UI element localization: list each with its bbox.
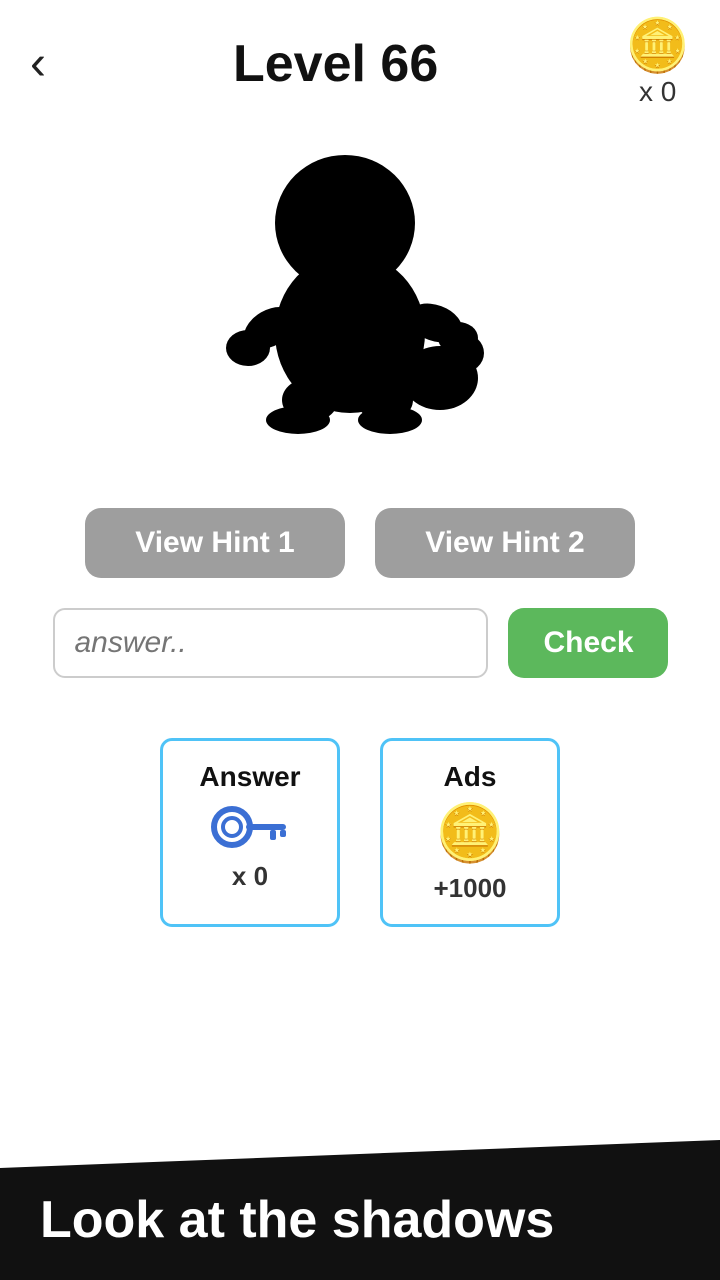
powerup-area: Answer x 0 Ads 🪙 +1000 [0, 718, 720, 967]
bottom-banner: Look at the shadows [0, 1140, 720, 1280]
coins-icon: 🪙 [625, 20, 690, 72]
hint-buttons: View Hint 1 View Hint 2 [0, 508, 720, 608]
ads-powerup-card[interactable]: Ads 🪙 +1000 [380, 738, 560, 927]
answer-row: Check [0, 608, 720, 718]
answer-input[interactable] [53, 608, 488, 678]
answer-card-count: x 0 [232, 861, 268, 892]
check-button[interactable]: Check [508, 608, 668, 678]
ads-card-label: Ads [444, 761, 497, 793]
hint2-button[interactable]: View Hint 2 [375, 508, 635, 578]
answer-card-label: Answer [199, 761, 300, 793]
pokemon-silhouette [190, 138, 530, 478]
answer-powerup-card[interactable]: Answer x 0 [160, 738, 340, 927]
back-button[interactable]: ‹ [30, 40, 46, 88]
coins-area: 🪙 x 0 [625, 20, 690, 108]
coins-count: x 0 [639, 76, 676, 108]
level-title: Level 66 [233, 34, 438, 94]
ads-card-count: +1000 [433, 873, 506, 904]
coins-stack-icon: 🪙 [435, 805, 505, 861]
hint1-button[interactable]: View Hint 1 [85, 508, 345, 578]
silhouette-area [0, 118, 720, 508]
key-icon [210, 805, 290, 849]
bottom-banner-text: Look at the shadows [40, 1190, 680, 1250]
header: ‹ Level 66 🪙 x 0 [0, 0, 720, 118]
